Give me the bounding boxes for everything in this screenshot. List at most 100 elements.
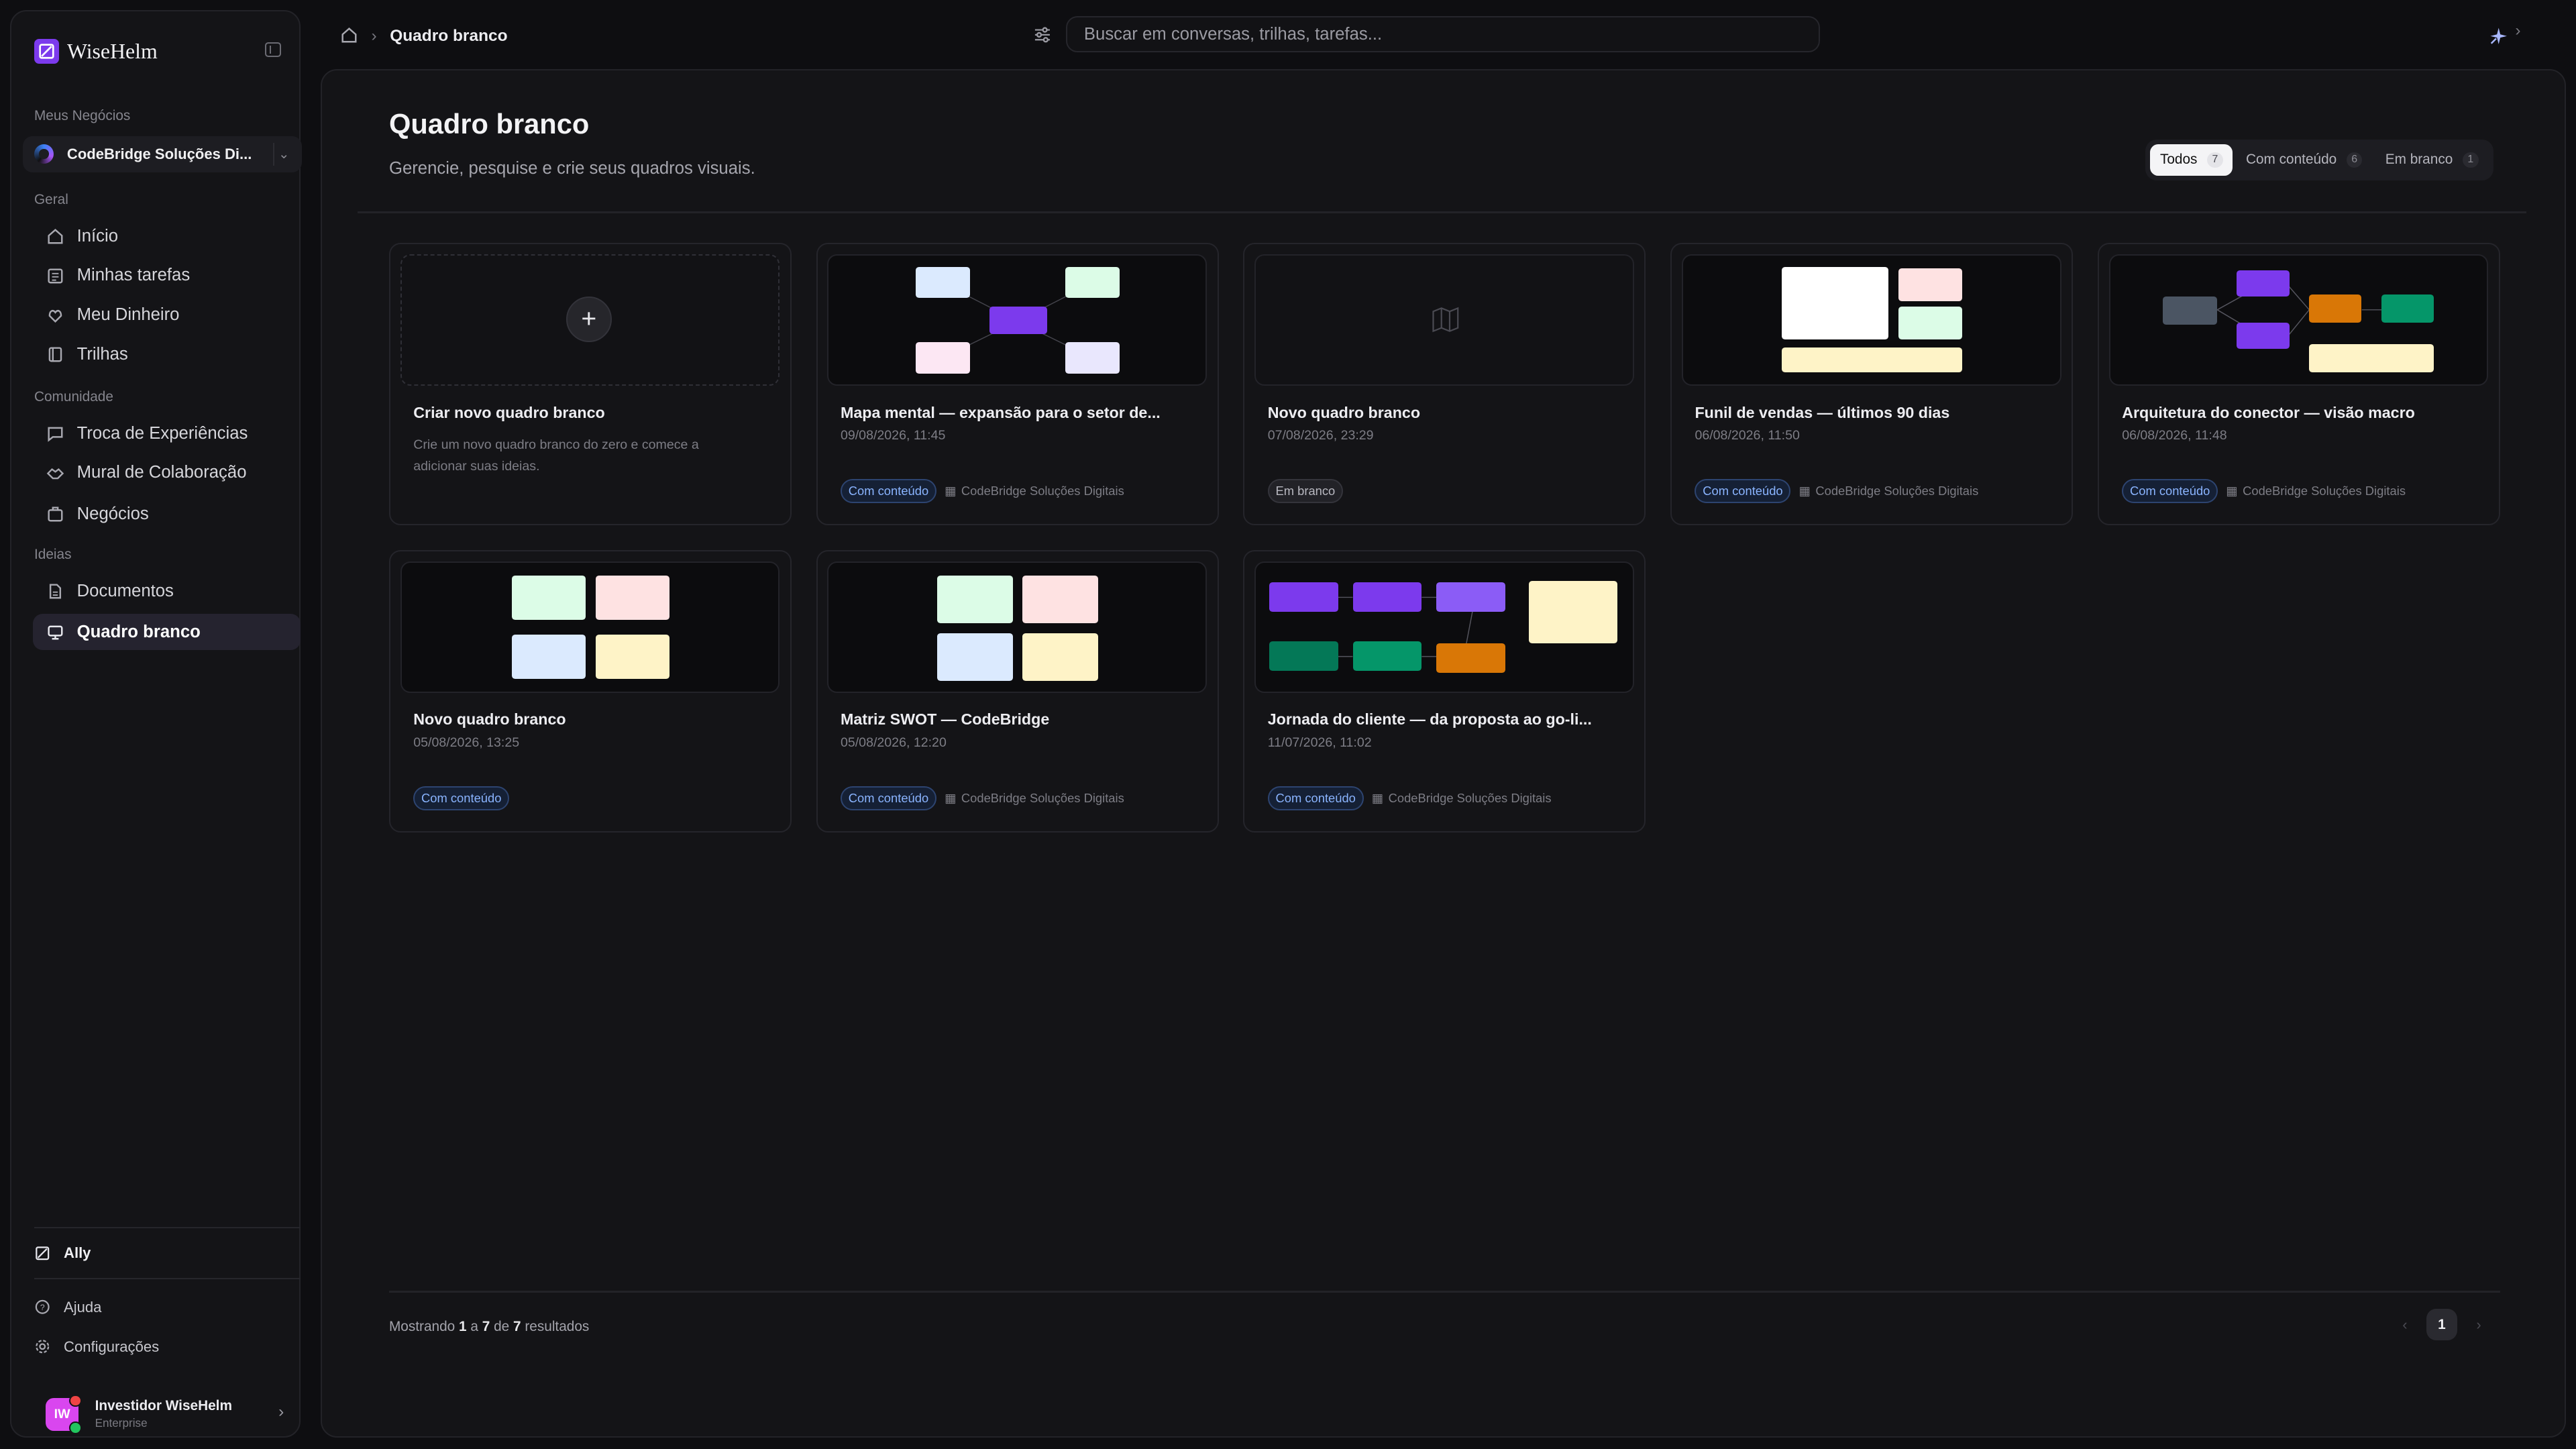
thumb-node — [1352, 582, 1422, 612]
results-from: 1 — [459, 1319, 467, 1335]
sidebar-item-ajuda[interactable]: ? Ajuda — [34, 1294, 101, 1320]
thumb-node — [1436, 643, 1506, 673]
user-menu[interactable]: IW Investidor WiseHelm Enterprise › — [34, 1391, 294, 1438]
help-label: Ajuda — [64, 1298, 102, 1316]
sidebar-item-inicio[interactable]: Início — [33, 218, 301, 254]
card-title: Funil de vendas — últimos 90 dias — [1695, 403, 1950, 421]
card-title: Jornada do cliente — da proposta ao go-l… — [1267, 710, 1592, 729]
business-tag: ▦ CodeBridge Soluções Digitais — [1372, 791, 1552, 806]
building-icon: ▦ — [945, 484, 957, 498]
tab-em-branco[interactable]: Em branco 1 — [2375, 144, 2488, 176]
sidebar-item-quadro-branco[interactable]: Quadro branco — [32, 614, 301, 651]
board-card[interactable]: Novo quadro branco 07/08/2026, 23:29 Em … — [1243, 242, 1646, 526]
user-plan: Enterprise — [95, 1415, 148, 1430]
section-title-geral: Geral — [34, 192, 68, 208]
brand[interactable]: WiseHelm — [34, 39, 158, 64]
status-badge: Com conteúdo — [413, 786, 510, 810]
trail-icon — [46, 345, 65, 364]
header-divider — [358, 211, 2527, 213]
thumb-node — [2237, 323, 2290, 350]
results-suffix: resultados — [525, 1319, 590, 1335]
thumb-node — [2308, 294, 2362, 323]
tab-todos[interactable]: Todos 7 — [2150, 144, 2233, 176]
avatar-initials: IW — [54, 1406, 70, 1421]
board-card[interactable]: Arquitetura do conector — visão macro 06… — [2097, 242, 2500, 526]
board-card[interactable]: Jornada do cliente — da proposta ao go-l… — [1243, 549, 1646, 833]
thumb-node — [989, 306, 1048, 335]
status-badge: Com conteúdo — [840, 786, 936, 810]
sidebar-item-negocios[interactable]: Negócios — [33, 496, 301, 532]
tab-com-conteudo[interactable]: Com conteúdo 6 — [2236, 144, 2372, 176]
tab-label: Todos — [2159, 152, 2198, 168]
board-thumbnail — [2108, 254, 2489, 386]
status-badge: Com conteúdo — [2122, 479, 2218, 503]
board-card[interactable]: Novo quadro branco 05/08/2026, 13:25 Com… — [388, 549, 792, 833]
previous-page-icon[interactable]: ‹ — [2390, 1310, 2420, 1340]
sidebar-item-minhas-tarefas[interactable]: Minhas tarefas — [33, 258, 301, 294]
board-card[interactable]: Matriz SWOT — CodeBridge 05/08/2026, 12:… — [816, 549, 1219, 833]
section-title-ideias: Ideias — [34, 547, 72, 563]
thumb-node — [2381, 294, 2434, 323]
thumb-node — [511, 576, 586, 621]
sidebar-item-ally[interactable]: Ally — [34, 1240, 91, 1267]
board-card[interactable]: Mapa mental — expansão para o setor de..… — [816, 242, 1219, 526]
board-thumbnail — [1254, 561, 1634, 693]
chevron-right-icon: › — [371, 26, 377, 45]
business-name: CodeBridge Soluções Di... — [66, 145, 252, 162]
sidebar-item-documentos[interactable]: Documentos — [33, 573, 301, 609]
chevron-right-icon[interactable]: › — [2515, 21, 2520, 40]
sparkle-icon[interactable] — [2489, 23, 2508, 52]
chevron-right-icon: › — [278, 1402, 284, 1421]
card-date: 05/08/2026, 13:25 — [413, 735, 520, 751]
thumb-node — [595, 635, 669, 680]
card-title: Mapa mental — expansão para o setor de..… — [840, 403, 1161, 421]
next-page-icon[interactable]: › — [2464, 1310, 2493, 1340]
plus-icon[interactable]: + — [566, 296, 612, 343]
tasks-icon — [46, 266, 65, 285]
sidebar-item-trilhas[interactable]: Trilhas — [33, 337, 301, 373]
card-title: Criar novo quadro branco — [413, 403, 605, 421]
card-date: 06/08/2026, 11:48 — [2122, 428, 2227, 443]
thumb-node — [937, 633, 1013, 681]
thumb-node — [1436, 582, 1506, 612]
sidebar-item-label: Negócios — [76, 504, 149, 523]
collab-icon — [46, 463, 65, 482]
thumb-node — [1781, 347, 1963, 372]
sidebar-item-label: Quadro branco — [76, 622, 201, 641]
card-title: Novo quadro branco — [1267, 403, 1421, 421]
home-icon — [46, 227, 65, 246]
create-board-card[interactable]: + Criar novo quadro branco Crie um novo … — [388, 242, 792, 526]
home-icon[interactable] — [340, 21, 358, 51]
thumb-node — [1065, 342, 1120, 374]
sidebar-item-meu-dinheiro[interactable]: Meu Dinheiro — [33, 297, 301, 333]
board-thumbnail — [400, 561, 780, 693]
board-card[interactable]: Funil de vendas — últimos 90 dias 06/08/… — [1670, 242, 2074, 526]
board-thumbnail — [1681, 254, 2061, 386]
collapse-sidebar-icon[interactable] — [264, 42, 282, 58]
search-input[interactable] — [1066, 16, 1821, 53]
filters-icon[interactable] — [1032, 23, 1055, 46]
thumb-node — [1065, 266, 1120, 299]
sidebar-item-mural-de-colaboracao[interactable]: Mural de Colaboração — [33, 455, 301, 491]
sidebar-divider — [34, 1277, 301, 1280]
tab-count: 1 — [2462, 152, 2479, 168]
tab-label: Com conteúdo — [2245, 152, 2337, 168]
section-title-businesses: Meus Negócios — [34, 108, 131, 124]
thumb-node — [1022, 633, 1098, 681]
sidebar-item-label: Troca de Experiências — [76, 423, 248, 443]
business-selector[interactable]: CodeBridge Soluções Di... ⌄ — [22, 136, 303, 172]
thumb-node — [1269, 641, 1338, 672]
settings-label: Configurações — [64, 1338, 160, 1355]
sidebar-divider — [34, 1226, 301, 1229]
online-status-dot — [69, 1421, 82, 1434]
card-date: 11/07/2026, 11:02 — [1267, 735, 1372, 751]
page-number[interactable]: 1 — [2426, 1309, 2458, 1340]
pagination: ‹ 1 › — [2390, 1309, 2493, 1340]
sidebar-item-troca-de-experiencias[interactable]: Troca de Experiências — [33, 415, 301, 451]
thumb-node — [511, 635, 586, 680]
footer-divider — [388, 1291, 2500, 1293]
sidebar-item-label: Trilhas — [76, 345, 128, 364]
sidebar-item-label: Mural de Colaboração — [76, 463, 247, 482]
section-title-comunidade: Comunidade — [34, 388, 113, 405]
sidebar-item-configuracoes[interactable]: Configurações — [34, 1334, 159, 1360]
